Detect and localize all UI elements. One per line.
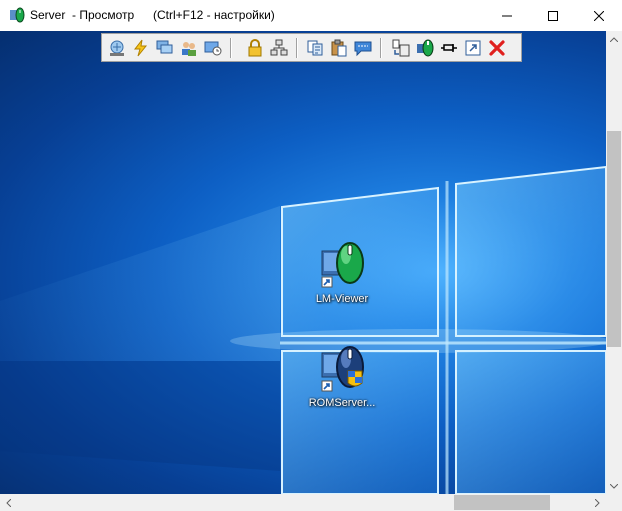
desktop-icon-label: ROMServer... <box>308 397 376 409</box>
copy-icon <box>307 40 323 56</box>
chevron-right-icon <box>595 498 600 507</box>
file-transfer-icon <box>392 39 410 57</box>
close-icon <box>594 10 604 21</box>
paste-button[interactable] <box>328 37 350 59</box>
close-connection-icon <box>489 40 505 56</box>
desktop-icon-romserver[interactable]: ROMServer... <box>302 345 382 409</box>
lightning-icon <box>133 39 148 57</box>
close-button[interactable] <box>576 0 622 31</box>
remote-desktop[interactable]: LM-Viewer ROMServer... <box>0 31 606 494</box>
lm-viewer-app-icon <box>9 7 25 23</box>
chevron-down-icon <box>610 483 618 489</box>
chevron-up-icon <box>610 36 618 42</box>
window-title: Server - Просмотр <box>30 8 135 22</box>
toolbar-separator <box>230 38 231 58</box>
fullscreen-icon <box>465 40 481 56</box>
minimize-button[interactable] <box>484 0 530 31</box>
chevron-left-icon <box>6 498 11 507</box>
viewer-toolbar <box>101 33 522 62</box>
pin-button[interactable] <box>438 37 460 59</box>
desktop-icon-label: LM-Viewer <box>315 293 369 305</box>
users-button[interactable] <box>178 37 200 59</box>
lightning-button[interactable] <box>130 37 152 59</box>
windows-button[interactable] <box>154 37 176 59</box>
network-icon <box>270 39 288 56</box>
file-transfer-button[interactable] <box>390 37 412 59</box>
fullscreen-button[interactable] <box>462 37 484 59</box>
scroll-right-button[interactable] <box>589 494 606 511</box>
chat-button[interactable] <box>352 37 374 59</box>
windows-icon <box>156 40 173 54</box>
scrollbar-corner <box>606 494 622 511</box>
vertical-scroll-thumb[interactable] <box>607 131 621 347</box>
ctrl-alt-del-button[interactable] <box>106 37 128 59</box>
maximize-icon <box>548 10 558 21</box>
horizontal-scrollbar[interactable] <box>0 494 606 511</box>
users-icon <box>182 42 196 56</box>
scroll-left-button[interactable] <box>0 494 17 511</box>
close-connection-button[interactable] <box>486 37 508 59</box>
romserver-icon <box>318 345 366 393</box>
settings-hint: (Ctrl+F12 - настройки) <box>153 8 275 22</box>
title-bar: Server - Просмотр (Ctrl+F12 - настройки) <box>0 0 622 31</box>
scroll-down-button[interactable] <box>606 478 622 494</box>
horizontal-scroll-thumb[interactable] <box>454 495 550 510</box>
ctrl-alt-del-icon <box>110 40 124 56</box>
lm-viewer-button[interactable] <box>414 37 436 59</box>
lm-viewer-icon <box>318 241 366 289</box>
minimize-icon <box>502 15 512 16</box>
pin-icon <box>441 44 457 52</box>
toolbar-separator <box>296 38 297 58</box>
maximize-button[interactable] <box>530 0 576 31</box>
scroll-up-button[interactable] <box>606 31 622 47</box>
vertical-scrollbar[interactable] <box>606 31 622 494</box>
lock-button[interactable] <box>244 37 266 59</box>
lock-icon <box>248 39 262 57</box>
screen-button[interactable] <box>202 37 224 59</box>
desktop-icon-lm-viewer[interactable]: LM-Viewer <box>302 241 382 305</box>
copy-button[interactable] <box>304 37 326 59</box>
chat-icon <box>354 41 372 57</box>
screen-icon <box>204 41 222 56</box>
network-button[interactable] <box>268 37 290 59</box>
lm-viewer-icon <box>417 39 434 57</box>
paste-icon <box>331 39 347 57</box>
toolbar-separator <box>380 38 381 58</box>
